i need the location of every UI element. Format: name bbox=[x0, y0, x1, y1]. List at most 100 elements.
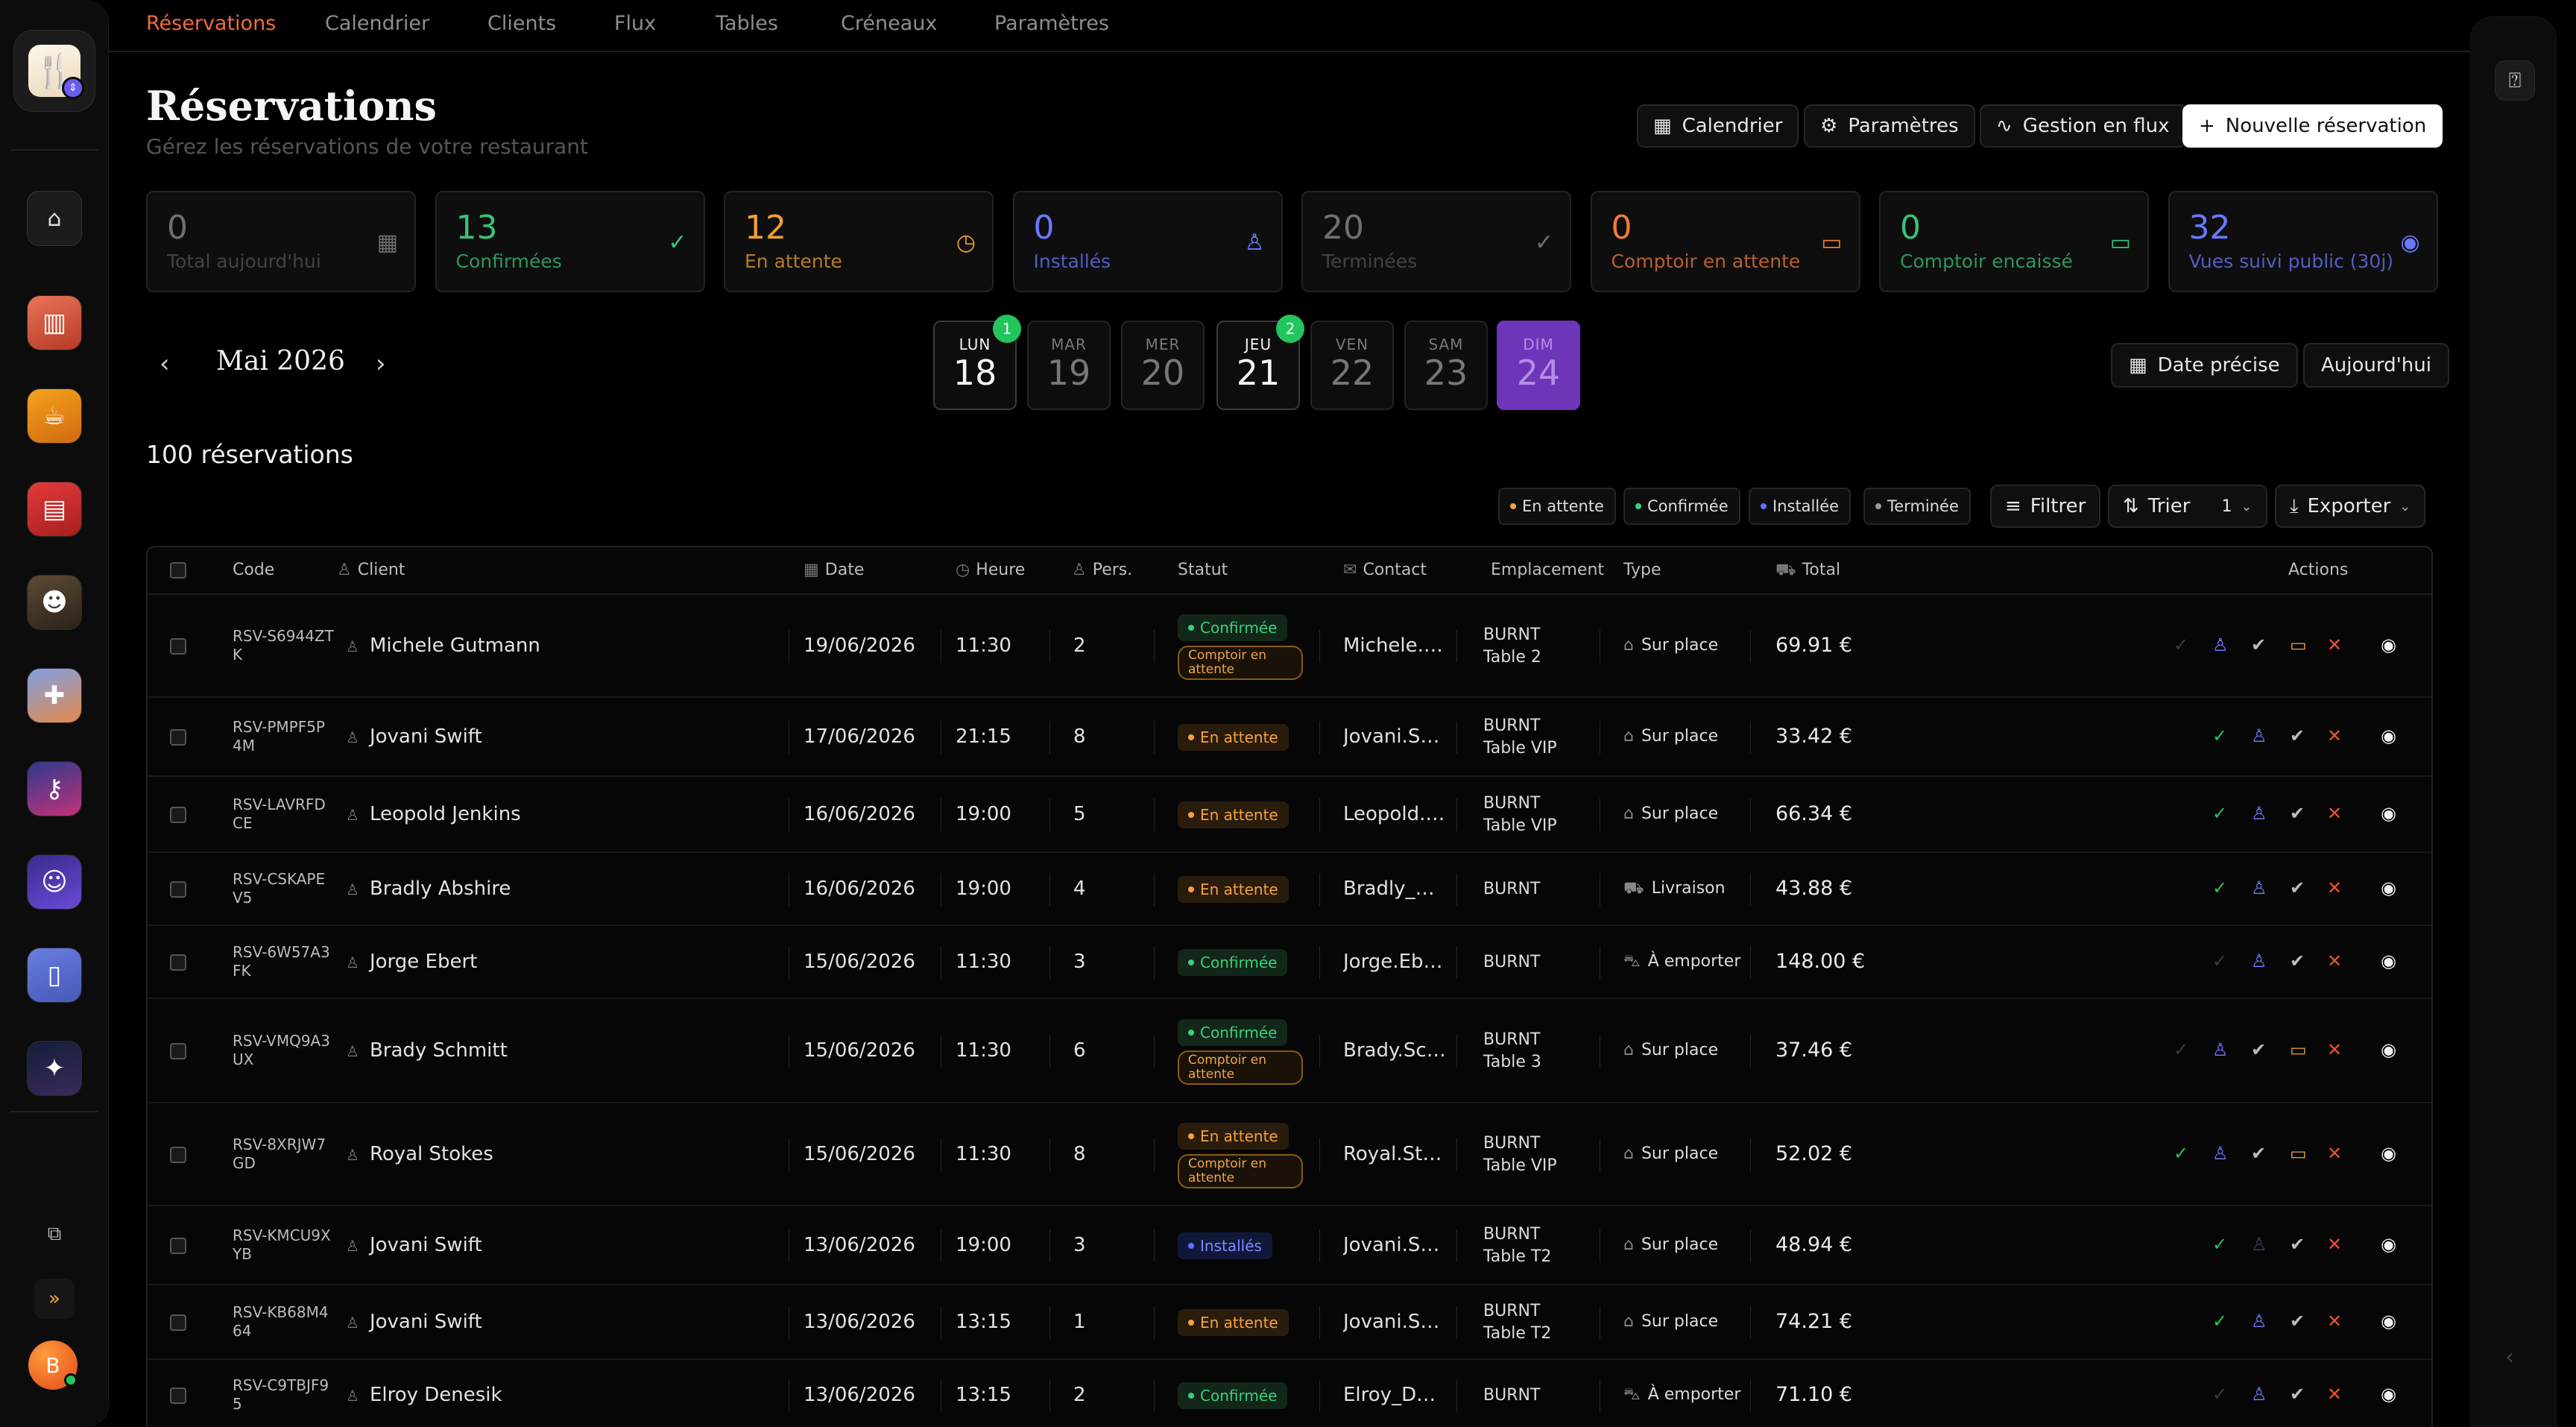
robot-assistant-icon[interactable]: ⍰ bbox=[2495, 60, 2535, 101]
bar-chart-app-icon[interactable]: ▥ bbox=[27, 295, 82, 350]
column-time[interactable]: ◷ Heure bbox=[956, 561, 1025, 579]
seat-guests-icon[interactable]: ♙ bbox=[2251, 725, 2267, 746]
row-checkbox[interactable] bbox=[170, 1147, 186, 1163]
tab-tables[interactable]: Tables bbox=[716, 12, 778, 35]
expand-sidebar-icon[interactable]: » bbox=[34, 1279, 75, 1319]
day-button[interactable]: LUN 18 1 bbox=[933, 315, 1021, 410]
view-icon[interactable]: ◉ bbox=[2381, 803, 2396, 824]
client-name[interactable]: ♙ Bradly Abshire bbox=[346, 878, 511, 900]
row-checkbox[interactable] bbox=[170, 1043, 186, 1059]
robot-app-icon[interactable]: ☻ bbox=[27, 575, 82, 630]
table-row[interactable]: RSV-VMQ9A3UX ♙ Brady Schmitt 15/06/2026 11:3… bbox=[148, 999, 2431, 1103]
table-row[interactable]: RSV-KMCU9XYB ♙ Jovani Swift 13/06/2026 19:00… bbox=[148, 1206, 2431, 1285]
workspace-switch-icon[interactable]: ⇕ bbox=[62, 77, 84, 99]
complete-icon[interactable]: ✔ bbox=[2290, 1311, 2305, 1332]
table-row[interactable]: RSV-C9TBJF95 ♙ Elroy Denesik 13/06/2026 13:1… bbox=[148, 1360, 2431, 1427]
day-button[interactable]: MER 20 bbox=[1121, 321, 1205, 410]
tab-reservations[interactable]: Réservations bbox=[146, 12, 276, 35]
cancel-icon[interactable]: ✕ bbox=[2327, 878, 2342, 898]
client-name[interactable]: ♙ Royal Stokes bbox=[346, 1143, 493, 1165]
new-reservation-button[interactable]: + Nouvelle réservation bbox=[2182, 104, 2443, 148]
table-row[interactable]: RSV-PMPF5P4M ♙ Jovani Swift 17/06/2026 21:15… bbox=[148, 698, 2431, 777]
next-month-icon[interactable]: › bbox=[376, 349, 386, 379]
confirm-icon[interactable]: ✓ bbox=[2212, 803, 2227, 824]
client-name[interactable]: ♙ Brady Schmitt bbox=[346, 1039, 508, 1062]
view-icon[interactable]: ◉ bbox=[2381, 634, 2396, 655]
view-icon[interactable]: ◉ bbox=[2381, 1143, 2396, 1164]
column-total[interactable]: ⛟ Total bbox=[1775, 561, 1840, 582]
seat-guests-icon[interactable]: ♙ bbox=[2251, 951, 2267, 971]
confirm-icon[interactable]: ✓ bbox=[2174, 1039, 2188, 1060]
cancel-icon[interactable]: ✕ bbox=[2327, 1234, 2342, 1255]
day-button[interactable]: VEN 22 bbox=[1310, 321, 1394, 410]
status-filter-chip[interactable]: Installée bbox=[1749, 488, 1852, 525]
view-icon[interactable]: ◉ bbox=[2381, 1384, 2396, 1405]
seat-guests-icon[interactable]: ♙ bbox=[2251, 1384, 2267, 1405]
flux-management-button[interactable]: ∿ Gestion en flux bbox=[1980, 104, 2186, 148]
row-checkbox[interactable] bbox=[170, 1238, 186, 1254]
complete-icon[interactable]: ✔ bbox=[2290, 1384, 2305, 1405]
cancel-icon[interactable]: ✕ bbox=[2327, 1143, 2342, 1164]
row-checkbox[interactable] bbox=[170, 729, 186, 746]
serving-app-icon[interactable]: ☕ bbox=[27, 388, 82, 444]
client-name[interactable]: ♙ Jovani Swift bbox=[346, 725, 482, 748]
client-name[interactable]: ♙ Jorge Ebert bbox=[346, 951, 477, 973]
client-name[interactable]: ♙ Elroy Denesik bbox=[346, 1384, 502, 1406]
complete-icon[interactable]: ✔ bbox=[2251, 1039, 2266, 1060]
kiosk-app-icon[interactable]: ▤ bbox=[27, 482, 82, 537]
table-row[interactable]: RSV-KB68M464 ♙ Jovani Swift 13/06/2026 13:15… bbox=[148, 1285, 2431, 1360]
column-type[interactable]: Type bbox=[1623, 561, 1661, 579]
select-all-checkbox[interactable] bbox=[170, 562, 186, 579]
tab-settings[interactable]: Paramètres bbox=[994, 12, 1109, 35]
user-app-icon[interactable]: ☺ bbox=[27, 854, 82, 910]
precise-date-button[interactable]: ▦ Date précise bbox=[2111, 343, 2298, 388]
confirm-icon[interactable]: ✓ bbox=[2212, 725, 2227, 746]
view-icon[interactable]: ◉ bbox=[2381, 878, 2396, 898]
client-name[interactable]: ♙ Michele Gutmann bbox=[346, 634, 540, 657]
cancel-icon[interactable]: ✕ bbox=[2327, 634, 2342, 655]
status-filter-chip[interactable]: Terminée bbox=[1863, 488, 1971, 525]
view-icon[interactable]: ◉ bbox=[2381, 725, 2396, 746]
confirm-icon[interactable]: ✓ bbox=[2212, 1234, 2227, 1255]
restaurant-logo[interactable]: 🍴 ⇕ bbox=[13, 30, 95, 112]
column-code[interactable]: Code bbox=[233, 561, 274, 579]
table-row[interactable]: RSV-8XRJW7GD ♙ Royal Stokes 15/06/2026 11:30… bbox=[148, 1103, 2431, 1206]
row-checkbox[interactable] bbox=[170, 954, 186, 971]
seat-guests-icon[interactable]: ♙ bbox=[2251, 1234, 2267, 1255]
previous-month-icon[interactable]: ‹ bbox=[160, 349, 170, 379]
complete-icon[interactable]: ✔ bbox=[2290, 878, 2305, 898]
tab-slots[interactable]: Créneaux bbox=[841, 12, 937, 35]
table-row[interactable]: RSV-LAVRFDCE ♙ Leopold Jenkins 16/06/2026 19… bbox=[148, 777, 2431, 853]
cancel-icon[interactable]: ✕ bbox=[2327, 725, 2342, 746]
tab-flux[interactable]: Flux bbox=[614, 12, 656, 35]
status-filter-chip[interactable]: Confirmée bbox=[1623, 488, 1740, 525]
confirm-icon[interactable]: ✓ bbox=[2212, 951, 2227, 971]
export-button[interactable]: ⤓ Exporter ⌄ bbox=[2275, 485, 2426, 528]
tab-calendar[interactable]: Calendrier bbox=[325, 12, 429, 35]
day-button[interactable]: SAM 23 bbox=[1404, 321, 1488, 410]
column-status[interactable]: Statut bbox=[1178, 561, 1228, 579]
cancel-icon[interactable]: ✕ bbox=[2327, 1039, 2342, 1060]
column-persons[interactable]: ♙ Pers. bbox=[1072, 561, 1132, 579]
counter-payment-icon[interactable]: ▭ bbox=[2290, 1039, 2307, 1060]
cancel-icon[interactable]: ✕ bbox=[2327, 1311, 2342, 1332]
column-location[interactable]: Emplacement bbox=[1491, 561, 1604, 579]
confirm-icon[interactable]: ✓ bbox=[2212, 1311, 2227, 1332]
confirm-icon[interactable]: ✓ bbox=[2212, 1384, 2227, 1405]
view-icon[interactable]: ◉ bbox=[2381, 951, 2396, 971]
home-icon[interactable]: ⌂ bbox=[27, 191, 82, 246]
column-contact[interactable]: ✉ Contact bbox=[1343, 561, 1427, 579]
galaxy-app-icon[interactable]: ✦ bbox=[27, 1041, 82, 1096]
table-row[interactable]: RSV-CSKAPEV5 ♙ Bradly Abshire 16/06/2026 19:… bbox=[148, 853, 2431, 926]
table-row[interactable]: RSV-6W57A3FK ♙ Jorge Ebert 15/06/2026 11:30 3… bbox=[148, 926, 2431, 999]
complete-icon[interactable]: ✔ bbox=[2290, 803, 2305, 824]
confirm-icon[interactable]: ✓ bbox=[2212, 878, 2227, 898]
gamepad-app-icon[interactable]: ✚ bbox=[27, 668, 82, 723]
counter-payment-icon[interactable]: ▭ bbox=[2290, 1143, 2307, 1164]
row-checkbox[interactable] bbox=[170, 807, 186, 823]
seat-guests-icon[interactable]: ♙ bbox=[2212, 1143, 2229, 1164]
filter-button[interactable]: ≡ Filtrer bbox=[1990, 485, 2101, 528]
cancel-icon[interactable]: ✕ bbox=[2327, 951, 2342, 971]
column-client[interactable]: ♙ Client bbox=[337, 561, 405, 579]
day-button[interactable]: DIM 24 bbox=[1497, 321, 1580, 410]
